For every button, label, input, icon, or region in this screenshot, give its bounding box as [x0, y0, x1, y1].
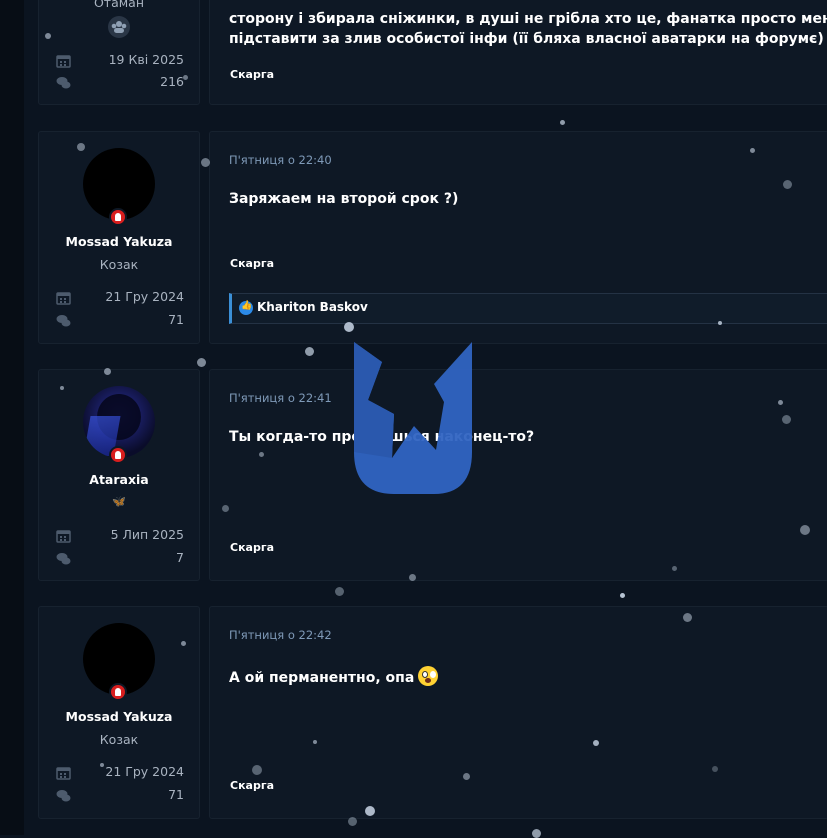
report-link[interactable]: Скарга	[230, 541, 274, 554]
calendar-icon	[56, 53, 71, 68]
message-cell: П'ятниця о 22:42 А ой перманентно, опа С…	[209, 606, 827, 819]
user-title: Козак	[99, 732, 139, 747]
calendar-icon	[56, 528, 71, 543]
site-logo-icon	[354, 342, 472, 494]
online-indicator-icon	[109, 683, 127, 701]
joined-date: 5 Лип 2025	[110, 527, 184, 542]
report-link[interactable]: Скарга	[230, 257, 274, 270]
message-cell: П'ятниця о 22:40 Заряжаем на второй срок…	[209, 131, 827, 344]
user-title: Отаман	[93, 0, 145, 10]
page-left-edge	[0, 0, 24, 835]
post-text-content: А ой перманентно, опа	[229, 670, 415, 686]
report-link[interactable]: Скарга	[230, 68, 274, 81]
post-text-line: сторону і збирала сніжинки, в душі не гр…	[229, 11, 827, 27]
post-1: Mossad Yakuza Козак 21 Гру 2024 71 П'ятн…	[38, 131, 827, 344]
post-date-link[interactable]: П'ятниця о 22:41	[229, 391, 332, 405]
message-count: 71	[168, 312, 184, 327]
messages-icon	[56, 551, 71, 565]
username[interactable]: Mossad Yakuza	[39, 234, 199, 249]
online-indicator-icon	[109, 208, 127, 226]
username[interactable]: Mossad Yakuza	[39, 709, 199, 724]
message-cell: сторону і збирала сніжинки, в душі не гр…	[209, 0, 827, 105]
message-count: 71	[168, 787, 184, 802]
report-link[interactable]: Скарга	[230, 779, 274, 792]
post-text: Заряжаем на второй срок ?)	[229, 191, 459, 207]
messages-icon	[56, 788, 71, 802]
calendar-icon	[56, 765, 71, 780]
username[interactable]: Ataraxia	[39, 472, 199, 487]
post-0: Отаман 19 Кві 2025 216 сторону і збирала…	[38, 0, 827, 105]
post-text-line: підставити за злив особистої інфи (її бл…	[229, 31, 827, 47]
user-cell: Отаман 19 Кві 2025 216	[38, 0, 200, 105]
online-indicator-icon	[109, 446, 127, 464]
messages-icon	[56, 313, 71, 327]
joined-date: 19 Кві 2025	[108, 52, 184, 67]
messages-icon	[56, 75, 71, 89]
like-icon	[239, 301, 253, 315]
reactions-bar[interactable]: Khariton Baskov	[229, 293, 827, 324]
user-title: Козак	[99, 257, 139, 272]
joined-date: 21 Гру 2024	[105, 764, 184, 779]
post-date-link[interactable]: П'ятниця о 22:40	[229, 153, 332, 167]
reaction-user[interactable]: Khariton Baskov	[257, 300, 368, 314]
message-count: 216	[160, 74, 184, 89]
user-cell: Mossad Yakuza Козак 21 Гру 2024 71	[38, 131, 200, 344]
user-title: 🦋	[112, 495, 126, 508]
joined-date: 21 Гру 2024	[105, 289, 184, 304]
post-3: Mossad Yakuza Козак 21 Гру 2024 71 П'ятн…	[38, 606, 827, 819]
user-cell: Ataraxia 🦋 5 Лип 2025 7	[38, 369, 200, 581]
calendar-icon	[56, 290, 71, 305]
user-cell: Mossad Yakuza Козак 21 Гру 2024 71	[38, 606, 200, 819]
message-cell: П'ятниця о 22:41 Ты когда-то проспишься …	[209, 369, 827, 581]
group-icon	[108, 16, 130, 38]
shocked-emoji-icon	[418, 666, 439, 686]
message-count: 7	[176, 550, 184, 565]
post-date-link[interactable]: П'ятниця о 22:42	[229, 628, 332, 642]
post-text: А ой перманентно, опа	[229, 666, 439, 686]
